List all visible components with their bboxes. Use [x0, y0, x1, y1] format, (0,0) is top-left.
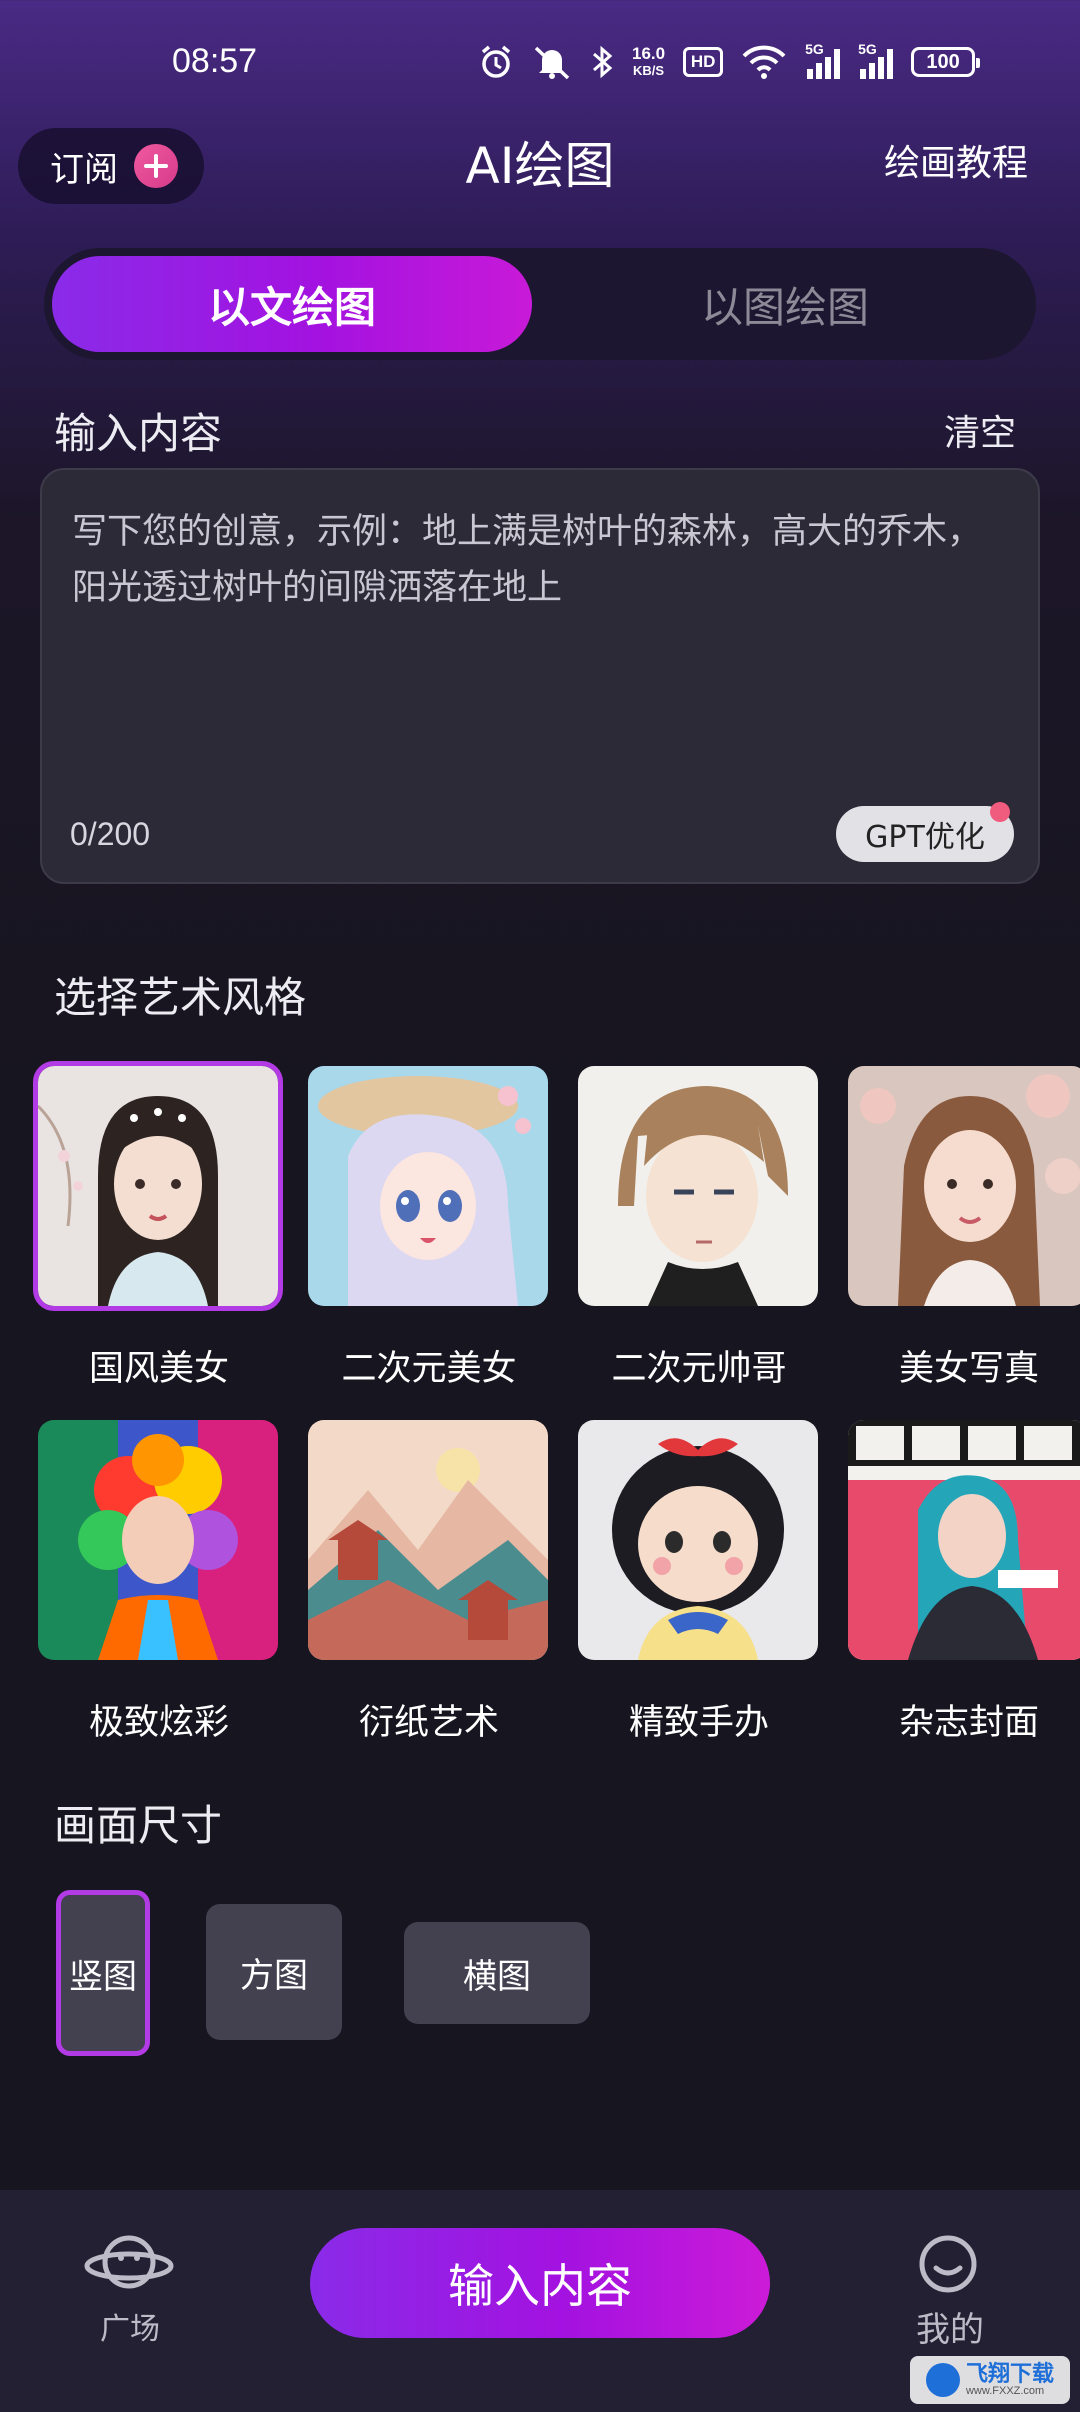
size-section-label: 画面尺寸	[54, 1801, 223, 1850]
style-label-guofeng: 国风美女	[88, 1349, 229, 1389]
size-option-portrait[interactable]: 竖图	[56, 1890, 150, 2056]
net-speed: 16.0 KB/S	[632, 44, 666, 78]
paper-art-image	[308, 1420, 548, 1660]
watermark-logo: 飞翔下载 www.FXXZ.com	[910, 2356, 1070, 2404]
signal-icon-2: 5G	[858, 41, 894, 79]
status-icons: 16.0 KB/S HD 5G 5G 100	[478, 38, 981, 86]
style-card-figurine[interactable]	[578, 1420, 818, 1660]
style-card-guofeng[interactable]	[33, 1061, 283, 1311]
style-label-anime-boy: 二次元帅哥	[611, 1349, 787, 1389]
style-card-beauty-portrait[interactable]	[848, 1066, 1080, 1306]
watermark-icon	[925, 2363, 960, 2397]
style-label-magazine-cover: 杂志封面	[898, 1703, 1039, 1743]
figurine-image	[578, 1420, 818, 1660]
char-count: 0/200	[70, 816, 151, 852]
style-card-anime-boy[interactable]	[578, 1066, 818, 1306]
gpt-optimize-button[interactable]: GPT优化	[836, 806, 1014, 862]
style-card-anime-girl[interactable]	[308, 1066, 548, 1306]
size-option-landscape[interactable]: 横图	[404, 1922, 590, 2024]
style-label-anime-girl: 二次元美女	[341, 1349, 517, 1389]
watermark-en: www.FXXZ.com	[965, 2384, 1045, 2397]
profile-icon[interactable]	[918, 2234, 978, 2294]
input-content-button[interactable]: 输入内容	[310, 2228, 770, 2338]
tutorial-link[interactable]: 绘画教程	[884, 134, 1028, 186]
tab-text-to-image[interactable]: 以文绘图	[52, 256, 532, 352]
style-card-paper-art[interactable]	[308, 1420, 548, 1660]
notification-dot	[990, 802, 1010, 822]
mute-icon	[534, 46, 570, 80]
style-card-vivid-color[interactable]	[38, 1420, 278, 1660]
clear-button[interactable]: 清空	[944, 404, 1016, 456]
hd-icon: HD	[683, 47, 724, 77]
signal-icon: 5G	[805, 41, 841, 79]
anime-boy-image	[578, 1066, 818, 1306]
vivid-color-image	[38, 1420, 278, 1660]
nav-mine-label[interactable]: 我的	[916, 2302, 984, 2351]
battery-icon: 100	[911, 47, 981, 77]
style-label-vivid-color: 极致炫彩	[88, 1703, 229, 1743]
bluetooth-icon	[593, 45, 613, 79]
nav-plaza-label[interactable]: 广场	[100, 2304, 160, 2348]
style-label-figurine: 精致手办	[628, 1703, 769, 1743]
prompt-placeholder: 写下您的创意，示例：地上满是树叶的森林，高大的乔木，阳光透过树叶的间隙洒落在地上	[72, 512, 983, 608]
status-time: 08:57	[172, 42, 258, 80]
alarm-icon	[481, 45, 511, 78]
anime-girl-image	[308, 1066, 548, 1306]
style-label-paper-art: 衍纸艺术	[358, 1703, 499, 1743]
style-card-magazine-cover[interactable]	[848, 1420, 1080, 1660]
input-section-label: 输入内容	[54, 409, 223, 458]
style-label-beauty-portrait: 美女写真	[898, 1349, 1039, 1389]
watermark-cn: 飞翔下载	[965, 2361, 1054, 2387]
size-option-square[interactable]: 方图	[206, 1904, 342, 2040]
tab-image-to-image[interactable]: 以图绘图	[545, 256, 1025, 352]
guofeng-portrait-image	[38, 1066, 278, 1306]
style-section-label: 选择艺术风格	[54, 973, 307, 1022]
beauty-portrait-image	[848, 1066, 1080, 1306]
magazine-cover-image	[848, 1420, 1080, 1660]
wifi-icon	[742, 45, 786, 79]
planet-icon[interactable]	[84, 2230, 174, 2294]
